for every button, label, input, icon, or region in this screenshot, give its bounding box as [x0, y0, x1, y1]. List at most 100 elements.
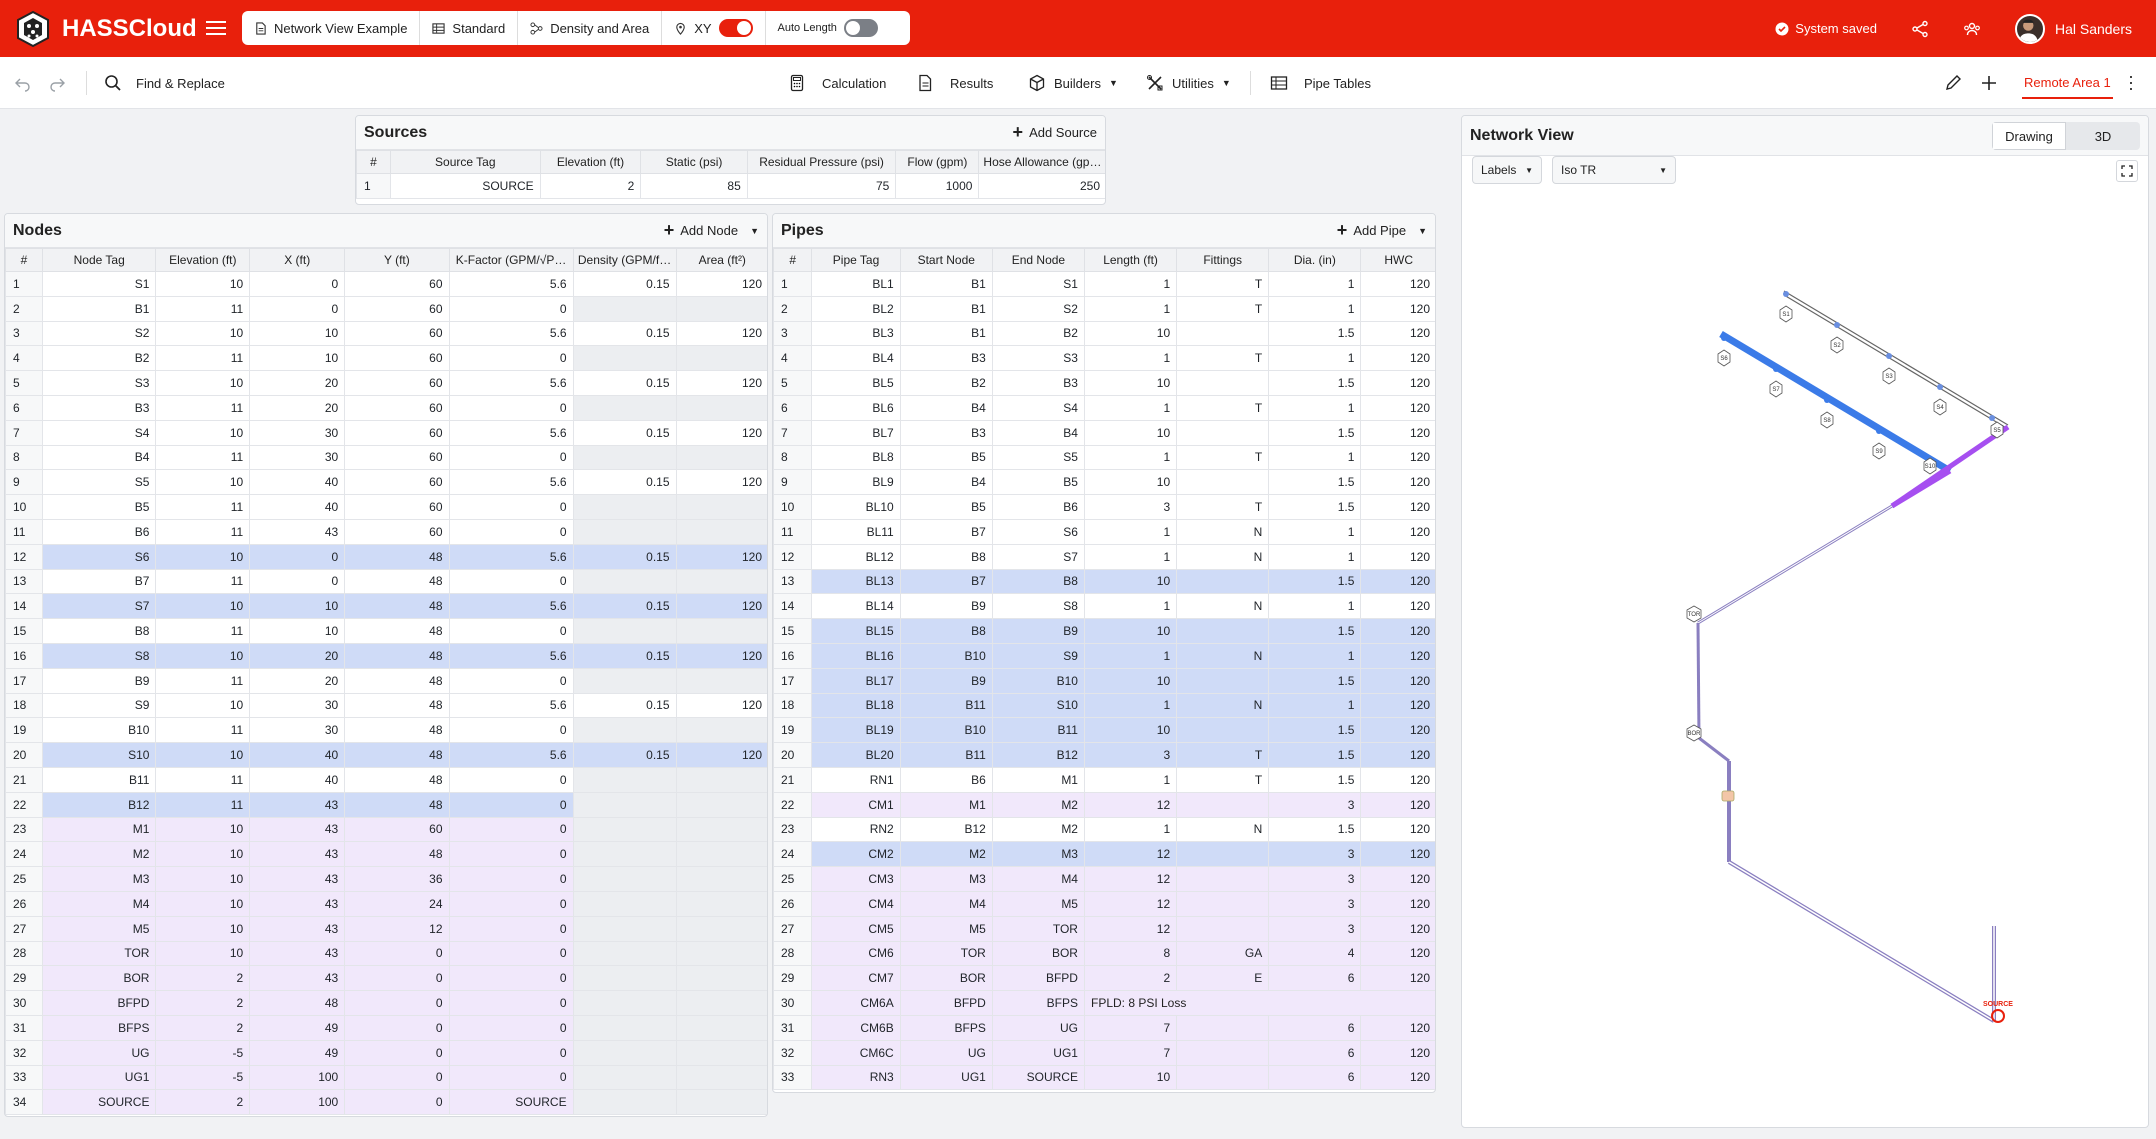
table-cell[interactable]: T [1176, 345, 1270, 372]
table-cell[interactable]: 48 [344, 717, 450, 744]
table-cell[interactable]: 10 [155, 370, 251, 396]
table-cell[interactable] [1176, 717, 1270, 744]
table-cell[interactable]: BL16 [811, 642, 901, 669]
table-cell[interactable] [572, 766, 677, 793]
table-cell[interactable]: 120 [1360, 494, 1435, 520]
table-cell[interactable]: BL17 [811, 667, 901, 694]
table-cell[interactable]: B9 [991, 618, 1085, 644]
table-cell[interactable]: T [1176, 742, 1270, 768]
table-cell[interactable]: 120 [1360, 841, 1435, 868]
table-cell[interactable]: B5 [991, 469, 1085, 496]
table-cell[interactable]: B2 [899, 370, 993, 396]
table-cell[interactable]: 43 [249, 791, 346, 818]
table-cell[interactable]: 0 [448, 841, 574, 868]
table-cell[interactable]: B1 [899, 295, 993, 322]
table-cell[interactable]: B2 [41, 345, 157, 372]
table-cell[interactable]: 1.5 [1268, 766, 1362, 793]
table-cell[interactable] [1176, 618, 1270, 644]
table-cell[interactable]: 1.5 [1268, 717, 1362, 744]
table-cell[interactable]: B1 [899, 320, 993, 347]
table-cell[interactable] [675, 766, 767, 793]
table-cell[interactable]: B1 [899, 271, 993, 297]
column-header[interactable]: Pipe Tag [811, 248, 901, 272]
table-row[interactable]: 30 CM6A BFPD BFPS FPLD: 8 PSI Loss [773, 990, 1435, 1016]
table-cell[interactable] [675, 965, 767, 992]
table-cell[interactable] [1176, 667, 1270, 694]
column-header[interactable]: Residual Pressure (psi) [746, 150, 897, 174]
table-cell[interactable]: 60 [344, 271, 450, 297]
table-cell[interactable]: 0 [448, 766, 574, 793]
table-cell[interactable]: 120 [1360, 444, 1435, 471]
table-cell[interactable]: M4 [899, 890, 993, 917]
table-cell[interactable]: 120 [1360, 345, 1435, 372]
xy-toggle[interactable] [718, 19, 753, 37]
table-cell[interactable]: 48 [344, 692, 450, 719]
table-cell[interactable] [572, 394, 677, 421]
share-icon[interactable] [1911, 20, 1929, 38]
table-cell[interactable] [675, 915, 767, 942]
table-cell[interactable]: 0.15 [572, 469, 677, 496]
table-cell[interactable]: 0 [249, 295, 346, 322]
table-cell[interactable] [1176, 320, 1270, 347]
table-cell[interactable]: 2 [1083, 965, 1178, 992]
table-cell[interactable]: 20 [249, 394, 346, 421]
table-cell[interactable] [675, 568, 767, 595]
table-cell[interactable]: 10 [1083, 370, 1178, 396]
table-cell[interactable]: B2 [991, 320, 1085, 347]
table-cell[interactable]: B10 [899, 642, 993, 669]
table-cell[interactable]: 48 [344, 543, 450, 570]
table-cell[interactable]: 120 [1360, 791, 1435, 818]
table-cell[interactable] [675, 518, 767, 545]
table-cell[interactable]: 48 [344, 642, 450, 669]
table-cell[interactable]: BL13 [811, 568, 901, 595]
column-header[interactable]: Elevation (ft) [155, 248, 251, 272]
table-cell[interactable]: B3 [41, 394, 157, 421]
table-cell[interactable]: 120 [1360, 866, 1435, 892]
table-cell[interactable]: 0 [448, 345, 574, 372]
table-row[interactable]: 1 S1 10 0 60 5.6 0.15 120 [5, 271, 767, 297]
table-cell[interactable]: CM3 [811, 866, 901, 892]
table-cell[interactable]: T [1176, 394, 1270, 421]
table-cell[interactable]: 20 [249, 667, 346, 694]
table-row[interactable]: 13 BL13 B7 B8 10 1.5 120 [773, 568, 1435, 595]
project-selector[interactable]: Network View Example [242, 11, 421, 45]
table-cell[interactable]: 48 [344, 568, 450, 595]
table-cell[interactable]: 0 [448, 816, 574, 843]
table-cell[interactable]: 0.15 [572, 642, 677, 669]
table-cell[interactable]: S2 [991, 295, 1085, 322]
table-row[interactable]: 3 S2 10 10 60 5.6 0.15 120 [5, 320, 767, 347]
table-row[interactable]: 12 S6 10 0 48 5.6 0.15 120 [5, 543, 767, 570]
table-cell[interactable]: 48 [344, 667, 450, 694]
table-row[interactable]: 26 CM4 M4 M5 12 3 120 [773, 890, 1435, 917]
selected-branch-line[interactable] [1719, 330, 1952, 475]
table-row[interactable]: 20 S10 10 40 48 5.6 0.15 120 [5, 742, 767, 768]
table-cell[interactable]: BL6 [811, 394, 901, 421]
table-cell[interactable]: 60 [344, 494, 450, 520]
table-cell[interactable]: -5 [155, 1039, 251, 1066]
table-row[interactable]: 24 CM2 M2 M3 12 3 120 [773, 841, 1435, 868]
table-cell[interactable]: B7 [41, 568, 157, 595]
table-cell[interactable]: M2 [991, 816, 1085, 843]
table-cell[interactable]: 120 [675, 419, 767, 446]
table-row[interactable]: 20 BL20 B11 B12 3 T 1.5 120 [773, 742, 1435, 768]
table-cell[interactable]: 10 [155, 469, 251, 496]
table-cell[interactable]: 10 [1083, 1064, 1178, 1091]
table-row[interactable]: 32 UG -5 49 0 0 [5, 1039, 767, 1066]
table-cell[interactable]: 30 [249, 444, 346, 471]
table-cell[interactable]: BL19 [811, 717, 901, 744]
table-cell[interactable]: M3 [41, 866, 157, 892]
standard-selector[interactable]: Standard [420, 11, 519, 45]
table-cell[interactable]: 120 [1360, 469, 1435, 496]
table-cell[interactable]: 0.15 [572, 593, 677, 620]
table-cell[interactable] [675, 841, 767, 868]
column-header[interactable]: Start Node [899, 248, 993, 272]
table-row[interactable]: 6 B3 11 20 60 0 [5, 394, 767, 421]
table-cell[interactable]: 120 [1360, 816, 1435, 843]
table-cell[interactable]: BL11 [811, 518, 901, 545]
table-cell[interactable]: 1 [1268, 271, 1362, 297]
table-cell[interactable]: 0 [448, 940, 574, 967]
table-cell[interactable]: B3 [899, 345, 993, 372]
hass-logo-icon[interactable] [14, 10, 52, 48]
table-cell[interactable]: 40 [249, 469, 346, 496]
table-cell[interactable]: 5.6 [448, 543, 574, 570]
